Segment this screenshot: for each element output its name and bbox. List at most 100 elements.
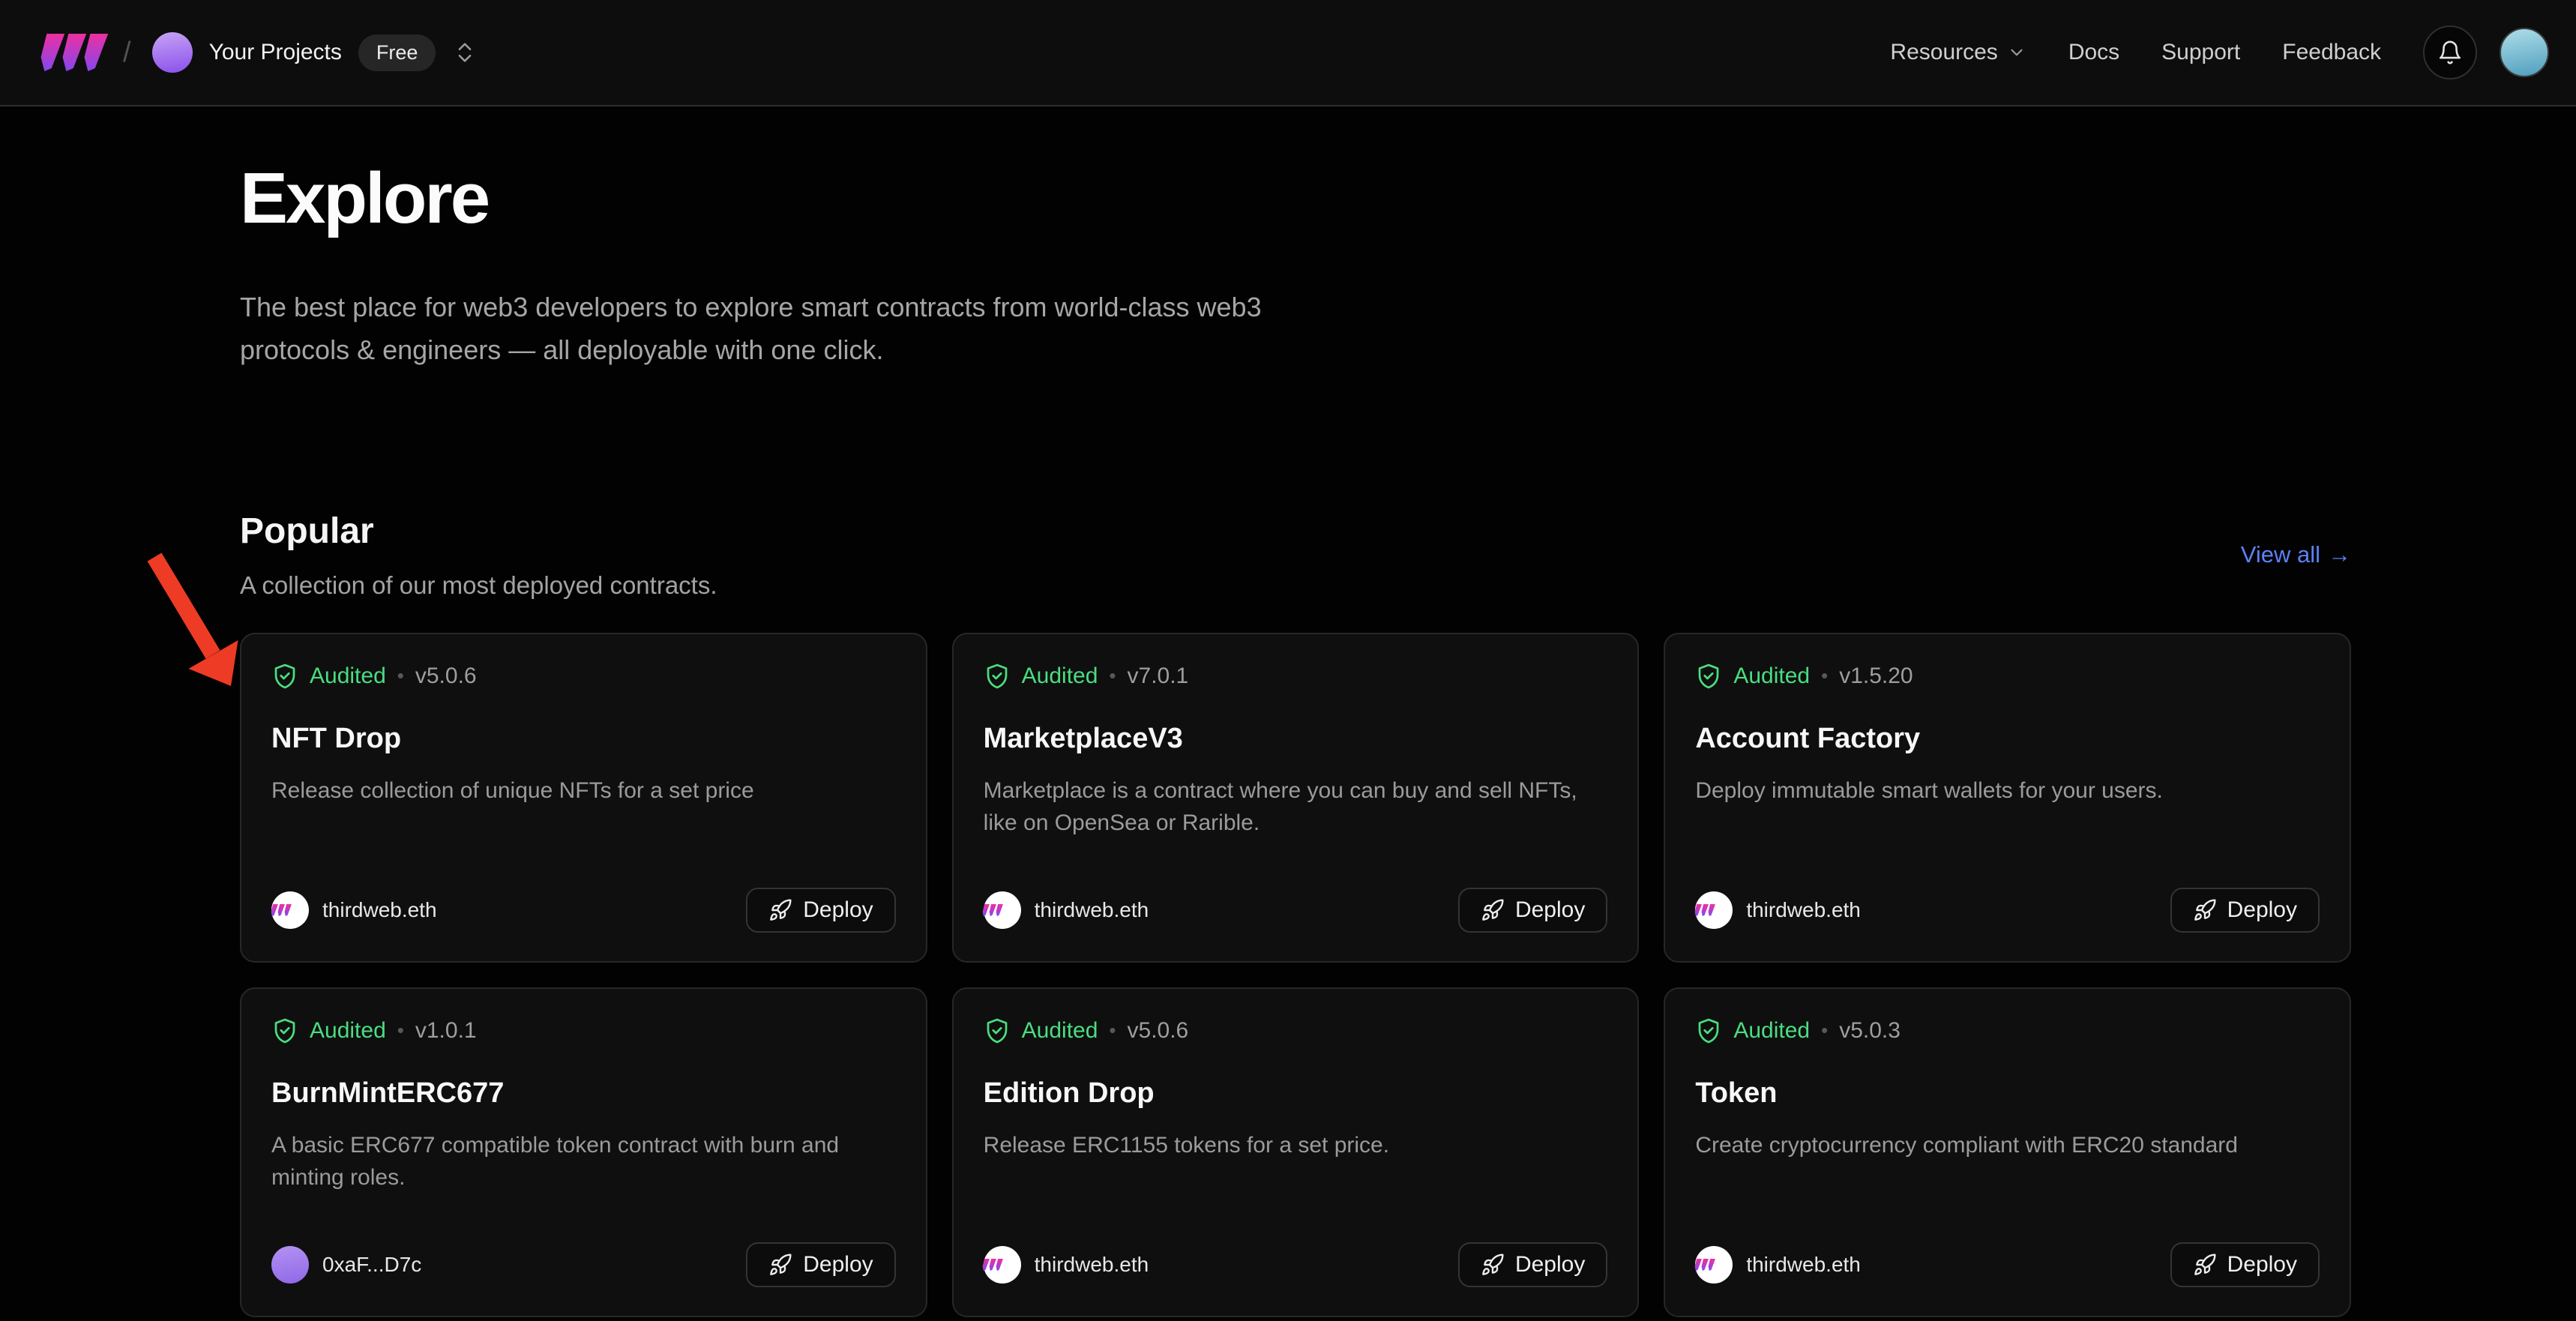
publisher-name: thirdweb.eth — [1035, 1253, 1149, 1277]
contract-description: Release collection of unique NFTs for a … — [271, 774, 879, 807]
arrow-right-icon: → — [2328, 541, 2351, 568]
contract-card-account-factory[interactable]: Audited • v1.5.20 Account Factory Deploy… — [1664, 633, 2351, 963]
contract-version: v1.5.20 — [1839, 663, 1913, 689]
contract-description: Release ERC1155 tokens for a set price. — [984, 1129, 1591, 1162]
notifications-button[interactable] — [2423, 25, 2477, 79]
contract-title[interactable]: MarketplaceV3 — [984, 723, 1608, 755]
deploy-label: Deploy — [1515, 1252, 1585, 1278]
team-name[interactable]: Your Projects — [209, 40, 342, 65]
page-title: Explore — [240, 157, 2351, 240]
thirdweb-logo-icon[interactable] — [37, 34, 108, 71]
contract-description: Create cryptocurrency compliant with ERC… — [1695, 1129, 2302, 1162]
popular-subtitle: A collection of our most deployed contra… — [240, 571, 717, 600]
publisher[interactable]: thirdweb.eth — [984, 1246, 1149, 1284]
audited-label: Audited — [310, 1018, 386, 1044]
contract-version: v5.0.6 — [415, 663, 477, 689]
meta-separator: • — [1109, 1019, 1116, 1042]
nav-resources[interactable]: Resources — [1890, 40, 2026, 65]
deploy-label: Deploy — [2227, 1252, 2297, 1278]
team-avatar[interactable] — [152, 32, 193, 73]
publisher[interactable]: thirdweb.eth — [271, 891, 437, 929]
page-subtitle: The best place for web3 developers to ex… — [240, 286, 1372, 372]
contract-version: v5.0.6 — [1128, 1018, 1189, 1044]
publisher-avatar — [1695, 891, 1733, 929]
card-footer: thirdweb.eth Deploy — [984, 888, 1608, 933]
deploy-button[interactable]: Deploy — [2170, 888, 2320, 933]
breadcrumb-separator: / — [123, 37, 131, 69]
contract-title[interactable]: Edition Drop — [984, 1077, 1608, 1110]
deploy-button[interactable]: Deploy — [2170, 1242, 2320, 1287]
publisher-name: thirdweb.eth — [1746, 1253, 1861, 1277]
user-avatar[interactable] — [2500, 28, 2549, 77]
deploy-label: Deploy — [803, 1252, 873, 1278]
view-all-link[interactable]: View all → — [2241, 541, 2351, 568]
contract-card-marketplacev3[interactable]: Audited • v7.0.1 MarketplaceV3 Marketpla… — [952, 633, 1640, 963]
nav-docs[interactable]: Docs — [2068, 40, 2119, 65]
contract-version: v7.0.1 — [1128, 663, 1189, 689]
deploy-button[interactable]: Deploy — [746, 888, 895, 933]
rocket-icon — [1481, 898, 1505, 922]
contract-card-burnminterc677[interactable]: Audited • v1.0.1 BurnMintERC677 A basic … — [240, 987, 927, 1317]
nav-support[interactable]: Support — [2161, 40, 2240, 65]
contract-description: Deploy immutable smart wallets for your … — [1695, 774, 2302, 807]
deploy-button[interactable]: Deploy — [1458, 1242, 1607, 1287]
plan-badge: Free — [358, 34, 436, 71]
main-content: Explore The best place for web3 develope… — [0, 157, 2576, 1317]
publisher-avatar — [984, 1246, 1021, 1284]
meta-separator: • — [1821, 664, 1828, 687]
contract-description: Marketplace is a contract where you can … — [984, 774, 1591, 840]
deploy-button[interactable]: Deploy — [746, 1242, 895, 1287]
chevron-down-icon — [2007, 43, 2026, 62]
card-footer: thirdweb.eth Deploy — [984, 1242, 1608, 1287]
contract-title[interactable]: NFT Drop — [271, 723, 896, 755]
card-footer: 0xaF...D7c Deploy — [271, 1242, 896, 1287]
explore-page: / Your Projects Free Resources Docs Supp… — [0, 0, 2576, 1321]
audited-label: Audited — [1022, 663, 1098, 689]
top-navbar: / Your Projects Free Resources Docs Supp… — [0, 0, 2576, 106]
rocket-icon — [2193, 1253, 2217, 1277]
contract-card-edition-drop[interactable]: Audited • v5.0.6 Edition Drop Release ER… — [952, 987, 1640, 1317]
meta-separator: • — [1821, 1019, 1828, 1042]
rocket-icon — [2193, 898, 2217, 922]
deploy-button[interactable]: Deploy — [1458, 888, 1607, 933]
shield-check-icon — [1695, 1017, 1722, 1044]
nav-feedback[interactable]: Feedback — [2282, 40, 2381, 65]
audited-label: Audited — [1022, 1018, 1098, 1044]
shield-check-icon — [271, 663, 298, 690]
publisher[interactable]: thirdweb.eth — [1695, 891, 1861, 929]
contract-description: A basic ERC677 compatible token contract… — [271, 1129, 879, 1194]
publisher-avatar — [271, 1246, 309, 1284]
card-meta: Audited • v1.0.1 — [271, 1017, 896, 1044]
publisher[interactable]: thirdweb.eth — [984, 891, 1149, 929]
card-footer: thirdweb.eth Deploy — [1695, 1242, 2320, 1287]
contract-title[interactable]: Token — [1695, 1077, 2320, 1110]
publisher-avatar — [271, 891, 309, 929]
publisher[interactable]: thirdweb.eth — [1695, 1246, 1861, 1284]
shield-check-icon — [984, 1017, 1011, 1044]
audited-label: Audited — [310, 663, 386, 689]
card-meta: Audited • v5.0.3 — [1695, 1017, 2320, 1044]
card-meta: Audited • v5.0.6 — [271, 663, 896, 690]
contracts-grid: Audited • v5.0.6 NFT Drop Release collec… — [240, 633, 2351, 1317]
contract-version: v5.0.3 — [1839, 1018, 1901, 1044]
audited-label: Audited — [1733, 663, 1810, 689]
publisher-avatar — [984, 891, 1021, 929]
bell-icon — [2437, 40, 2463, 65]
contract-title[interactable]: BurnMintERC677 — [271, 1077, 896, 1110]
meta-separator: • — [397, 1019, 404, 1042]
view-all-label: View all — [2241, 541, 2320, 568]
publisher-avatar — [1695, 1246, 1733, 1284]
nav-resources-label: Resources — [1890, 40, 1997, 65]
contract-card-token[interactable]: Audited • v5.0.3 Token Create cryptocurr… — [1664, 987, 2351, 1317]
shield-check-icon — [984, 663, 1011, 690]
contract-version: v1.0.1 — [415, 1018, 477, 1044]
contract-title[interactable]: Account Factory — [1695, 723, 2320, 755]
popular-title: Popular — [240, 511, 717, 552]
deploy-label: Deploy — [1515, 897, 1585, 923]
audited-label: Audited — [1733, 1018, 1810, 1044]
popular-header: Popular A collection of our most deploye… — [240, 511, 2351, 600]
publisher[interactable]: 0xaF...D7c — [271, 1246, 421, 1284]
team-switcher-button[interactable] — [452, 40, 478, 65]
publisher-name: 0xaF...D7c — [322, 1253, 421, 1277]
contract-card-nft-drop[interactable]: Audited • v5.0.6 NFT Drop Release collec… — [240, 633, 927, 963]
